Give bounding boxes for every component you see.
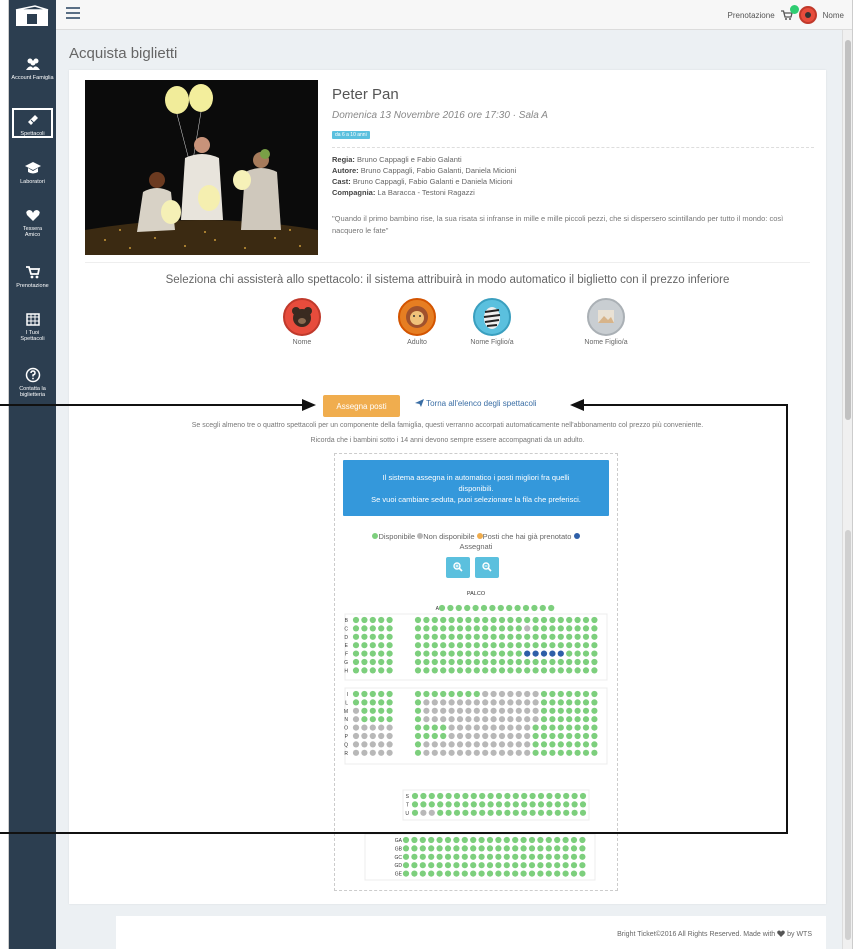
annotation-arrows [0,399,788,834]
